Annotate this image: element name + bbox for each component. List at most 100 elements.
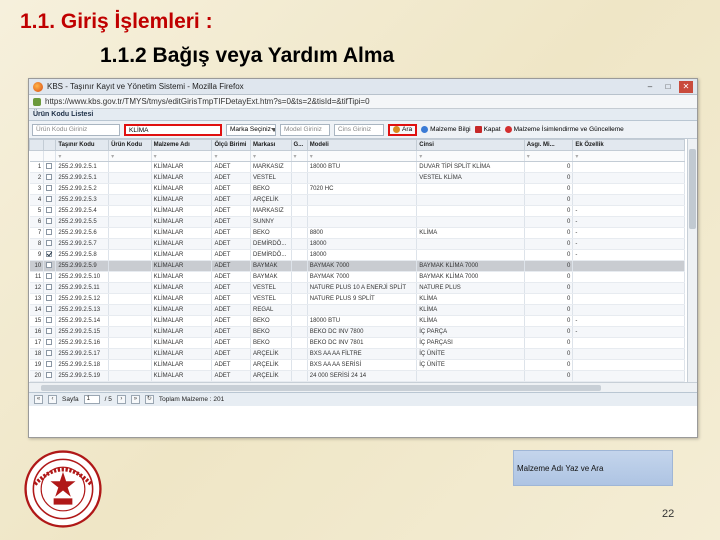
row-checkbox[interactable] — [46, 350, 53, 356]
row-checkbox-cell[interactable] — [43, 238, 57, 250]
table-row[interactable]: 16 255.2.99.2.5.15 KLİMALAR ADET BEKO BEKO DC… — [29, 326, 685, 338]
row-checkbox-cell[interactable] — [43, 282, 57, 294]
table-row[interactable]: 9 255.2.99.2.5.8 KLİMALAR ADET DEMİRDÖ... 180… — [29, 249, 685, 261]
row-checkbox[interactable] — [46, 295, 53, 301]
column-filter-cell[interactable]: ▾ — [211, 150, 251, 162]
column-filter-cell[interactable]: ▾ — [307, 150, 418, 162]
row-checkbox-cell[interactable] — [43, 337, 57, 349]
horizontal-scrollbar-thumb[interactable] — [41, 385, 601, 391]
row-checkbox[interactable] — [46, 372, 53, 378]
table-row[interactable]: 13 255.2.99.2.5.12 KLİMALAR ADET VESTEL NATUR… — [29, 293, 685, 305]
column-filter-cell[interactable]: ▾ — [572, 150, 685, 162]
vertical-scrollbar-thumb[interactable] — [689, 149, 696, 229]
address-bar[interactable]: https://www.kbs.gov.tr/TMYS/tmys/editGir… — [29, 95, 697, 109]
column-filter-cell[interactable]: ▾ — [291, 150, 308, 162]
table-row[interactable]: 20 255.2.99.2.5.19 KLİMALAR ADET ARÇELİK 24 0… — [29, 370, 685, 382]
row-checkbox-cell[interactable] — [43, 293, 57, 305]
column-header[interactable]: Ürün Kodu — [108, 139, 152, 151]
row-checkbox-cell[interactable] — [43, 161, 57, 173]
row-checkbox[interactable] — [46, 284, 53, 290]
column-filter-cell[interactable]: ▾ — [250, 150, 292, 162]
table-row[interactable]: 3 255.2.99.2.5.2 KLİMALAR ADET BEKO 7020 HC 0 — [29, 183, 685, 195]
table-row[interactable]: 17 255.2.99.2.5.16 KLİMALAR ADET BEKO BEKO DC… — [29, 337, 685, 349]
column-filter-cell[interactable]: ▾ — [108, 150, 152, 162]
info-button[interactable]: Malzeme Bilgi — [421, 126, 471, 133]
row-checkbox-cell[interactable] — [43, 205, 57, 217]
close-button[interactable]: Kapat — [474, 126, 501, 133]
product-code-input[interactable]: Ürün Kodu Giriniz — [32, 123, 120, 136]
first-page-icon[interactable]: « — [34, 395, 43, 404]
row-checkbox[interactable] — [46, 218, 53, 224]
row-checkbox-cell[interactable] — [43, 315, 57, 327]
row-checkbox-cell[interactable] — [43, 227, 57, 239]
close-window-icon[interactable]: ✕ — [679, 80, 693, 93]
column-filter-cell[interactable]: ▾ — [524, 150, 574, 162]
maximize-icon[interactable]: □ — [661, 81, 675, 93]
row-checkbox[interactable] — [46, 163, 53, 169]
row-checkbox-cell[interactable] — [43, 216, 57, 228]
row-checkbox-cell[interactable] — [43, 370, 57, 382]
table-row[interactable]: 15 255.2.99.2.5.14 KLİMALAR ADET BEKO 18000 B… — [29, 315, 685, 327]
add-material-button[interactable]: Malzeme İsimlendirme ve Güncelleme — [504, 126, 624, 133]
row-checkbox-cell[interactable] — [43, 326, 57, 338]
table-row[interactable]: 10 255.2.99.2.5.9 KLİMALAR ADET BAYMAK BAYMAK… — [29, 260, 685, 272]
table-row[interactable]: 6 255.2.99.2.5.5 KLİMALAR ADET SUNNY 0- — [29, 216, 685, 228]
row-checkbox[interactable] — [46, 174, 53, 180]
row-checkbox[interactable] — [46, 207, 53, 213]
table-row[interactable]: 7 255.2.99.2.5.6 KLİMALAR ADET BEKO 8800 KLİMA… — [29, 227, 685, 239]
row-checkbox[interactable] — [46, 317, 53, 323]
row-checkbox-cell[interactable] — [43, 348, 57, 360]
next-page-icon[interactable]: › — [116, 395, 126, 404]
row-checkbox[interactable] — [46, 229, 53, 235]
model-input[interactable]: Model Giriniz — [280, 123, 330, 136]
row-checkbox-cell[interactable] — [43, 304, 57, 316]
column-header[interactable]: Taşınır Kodu — [55, 139, 110, 151]
column-filter-cell[interactable]: ▾ — [416, 150, 525, 162]
column-filter-cell[interactable]: ▾ — [55, 150, 110, 162]
row-checkbox-cell[interactable] — [43, 194, 57, 206]
column-header[interactable] — [29, 139, 45, 151]
row-checkbox[interactable] — [46, 273, 53, 279]
column-header[interactable]: Ek Özellik — [572, 139, 685, 151]
column-header[interactable] — [43, 139, 57, 151]
table-row[interactable]: 1 255.2.99.2.5.1 KLİMALAR ADET MARKASIZ 18000… — [29, 161, 685, 173]
vertical-scrollbar[interactable] — [687, 139, 697, 382]
row-checkbox-cell[interactable] — [43, 183, 57, 195]
table-row[interactable]: 14 255.2.99.2.5.13 KLİMALAR ADET REGAL KLİMA 0 — [29, 304, 685, 316]
column-header[interactable]: Cinsi — [416, 139, 525, 151]
row-checkbox-cell[interactable] — [43, 260, 57, 272]
prev-page-icon[interactable]: ‹ — [48, 395, 57, 404]
column-header[interactable]: G... — [290, 139, 308, 151]
column-header[interactable]: Ölçü Birimi — [211, 139, 251, 151]
last-page-icon[interactable]: » — [130, 395, 140, 404]
horizontal-scrollbar[interactable] — [29, 382, 697, 392]
url-text[interactable]: https://www.kbs.gov.tr/TMYS/tmys/editGir… — [45, 97, 693, 106]
row-checkbox[interactable] — [46, 361, 53, 367]
table-row[interactable]: 8 255.2.99.2.5.7 KLİMALAR ADET DEMİRDÖ... 180… — [29, 238, 685, 250]
table-row[interactable]: 12 255.2.99.2.5.11 KLİMALAR ADET VESTEL NATUR… — [29, 282, 685, 294]
row-checkbox[interactable] — [46, 328, 53, 334]
row-checkbox[interactable] — [46, 240, 53, 246]
row-checkbox[interactable] — [46, 185, 53, 191]
table-row[interactable]: 5 255.2.99.2.5.4 KLİMALAR ADET MARKASIZ 0- — [29, 205, 685, 217]
column-header[interactable]: Markası — [249, 139, 292, 151]
table-row[interactable]: 18 255.2.99.2.5.17 KLİMALAR ADET ARÇELİK BXS … — [29, 348, 685, 360]
brand-select[interactable]: Marka Seçiniz — [226, 123, 276, 136]
column-header[interactable]: Malzeme Adı — [150, 139, 213, 151]
row-checkbox[interactable] — [46, 251, 53, 257]
search-button[interactable]: Ara — [388, 123, 418, 136]
type-input[interactable]: Cins Giriniz — [334, 123, 384, 136]
material-name-input[interactable]: KLİMA — [124, 123, 222, 136]
row-checkbox[interactable] — [46, 339, 53, 345]
table-row[interactable]: 19 255.2.99.2.5.18 KLİMALAR ADET ARÇELİK BXS … — [29, 359, 685, 371]
minimize-icon[interactable]: – — [643, 81, 657, 93]
column-header[interactable]: Modeli — [306, 139, 418, 151]
table-row[interactable]: 11 255.2.99.2.5.10 KLİMALAR ADET BAYMAK BAYMA… — [29, 271, 685, 283]
row-checkbox[interactable] — [46, 262, 53, 268]
row-checkbox[interactable] — [46, 196, 53, 202]
row-checkbox-cell[interactable] — [43, 172, 57, 184]
row-checkbox-cell[interactable] — [43, 359, 57, 371]
row-checkbox-cell[interactable] — [43, 271, 57, 283]
row-checkbox[interactable] — [46, 306, 53, 312]
column-filter-cell[interactable]: ▾ — [151, 150, 213, 162]
